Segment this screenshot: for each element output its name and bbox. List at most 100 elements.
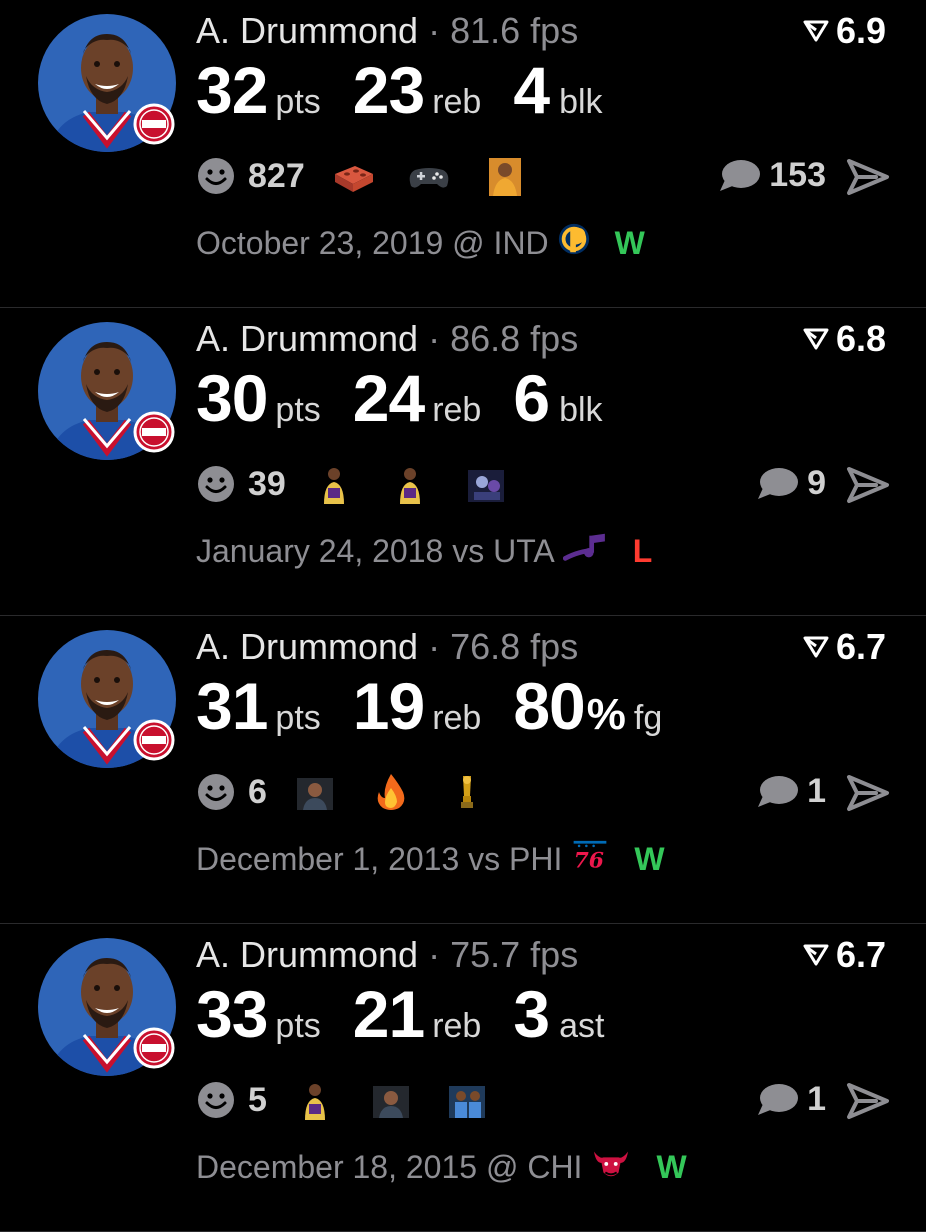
action-bar: 5 1 [196, 1076, 890, 1126]
player-name[interactable]: A. Drummond [196, 626, 418, 667]
fire-emoji[interactable] [369, 772, 413, 812]
player-image[interactable] [293, 1080, 337, 1120]
players-image[interactable] [445, 1080, 489, 1120]
stat-value: 21 [352, 977, 425, 1051]
game-date: December 1, 2013 vs PHI [196, 840, 563, 877]
comments[interactable]: 9 [755, 464, 826, 503]
stat-points: 31 pts [196, 668, 321, 744]
rating-filter-icon [803, 944, 829, 966]
stat-line: 30 pts 24 reb 6 blk [196, 360, 635, 436]
brick-emoji[interactable] [331, 156, 375, 196]
stat-unit: blk [559, 83, 603, 121]
person-image[interactable] [369, 1080, 413, 1120]
rating: 6.7 [802, 934, 886, 976]
stat-value: 4 [513, 53, 550, 127]
action-bar: 6 1 [196, 768, 890, 818]
stat-unit: reb [432, 391, 482, 429]
game-info[interactable]: October 23, 2019 @ IND W [196, 222, 645, 264]
game-feed: A. Drummond · 81.6 fps 6.9 32 pts 23 reb… [0, 0, 926, 1232]
game-info[interactable]: January 24, 2018 vs UTA L [196, 530, 652, 572]
stat-percent-sign: % [586, 690, 626, 739]
fps-score: 75.7 fps [450, 934, 579, 975]
person-image[interactable] [293, 772, 337, 812]
action-bar: 827 153 [196, 152, 890, 202]
game-info[interactable]: December 18, 2015 @ CHI W [196, 1146, 687, 1188]
cartoon-image[interactable] [464, 464, 508, 504]
rating: 6.7 [802, 626, 886, 668]
stat-value: 33 [196, 977, 268, 1051]
comments[interactable]: 153 [717, 156, 826, 195]
comment-icon[interactable] [755, 774, 799, 810]
player-avatar[interactable] [38, 14, 176, 152]
stat-value: 80 [513, 669, 585, 743]
stat-value: 6 [513, 361, 550, 435]
comments[interactable]: 1 [755, 772, 826, 811]
reactions: 6 [196, 772, 521, 812]
comment-icon[interactable] [717, 158, 761, 194]
smiley-icon[interactable] [196, 156, 236, 196]
meme-image[interactable] [483, 156, 527, 196]
stat-unit: pts [275, 699, 321, 737]
comment-count[interactable]: 1 [807, 1080, 826, 1119]
game-card[interactable]: A. Drummond · 81.6 fps 6.9 32 pts 23 reb… [0, 0, 926, 308]
comments[interactable]: 1 [755, 1080, 826, 1119]
rating-value: 6.7 [835, 626, 886, 667]
reaction-count[interactable]: 39 [248, 465, 286, 504]
player-image[interactable] [388, 464, 432, 504]
fps-score: 76.8 fps [450, 626, 579, 667]
game-card[interactable]: A. Drummond · 75.7 fps 6.7 33 pts 21 reb… [0, 924, 926, 1232]
stat-rebounds: 21 reb [353, 976, 482, 1052]
card-header: A. Drummond · 75.7 fps [196, 934, 578, 976]
stat-value: 3 [513, 977, 550, 1051]
separator: · [428, 318, 441, 359]
comment-icon[interactable] [755, 466, 799, 502]
comment-count[interactable]: 9 [807, 464, 826, 503]
player-name[interactable]: A. Drummond [196, 934, 418, 975]
stat-value: 23 [352, 53, 425, 127]
card-header: A. Drummond · 76.8 fps [196, 626, 578, 668]
player-avatar[interactable] [38, 630, 176, 768]
comment-icon[interactable] [755, 1082, 799, 1118]
reaction-count[interactable]: 6 [248, 773, 267, 812]
player-name[interactable]: A. Drummond [196, 318, 418, 359]
game-card[interactable]: A. Drummond · 86.8 fps 6.8 30 pts 24 reb… [0, 308, 926, 616]
separator: · [428, 10, 441, 51]
reactions: 39 [196, 464, 540, 504]
comment-count[interactable]: 153 [769, 156, 826, 195]
stat-points: 33 pts [196, 976, 321, 1052]
game-info[interactable]: December 1, 2013 vs PHI 76 W [196, 838, 665, 880]
comment-count[interactable]: 1 [807, 772, 826, 811]
stat-unit: blk [559, 391, 603, 429]
trophy-emoji[interactable] [445, 772, 489, 812]
share-icon[interactable] [846, 158, 890, 196]
share-icon[interactable] [846, 774, 890, 812]
card-header: A. Drummond · 86.8 fps [196, 318, 578, 360]
reaction-count[interactable]: 827 [248, 157, 305, 196]
share-icon[interactable] [846, 1082, 890, 1120]
smiley-icon[interactable] [196, 1080, 236, 1120]
smiley-icon[interactable] [196, 464, 236, 504]
stat-unit: pts [275, 83, 321, 121]
stat-unit: reb [432, 699, 482, 737]
stat-unit: reb [432, 83, 482, 121]
game-result: W [634, 840, 665, 877]
player-avatar[interactable] [38, 322, 176, 460]
76ers-logo: 76 [570, 838, 610, 880]
stat-unit: pts [275, 1007, 321, 1045]
player-name[interactable]: A. Drummond [196, 10, 418, 51]
share-icon[interactable] [846, 466, 890, 504]
stat-unit: fg [633, 699, 663, 737]
game-card[interactable]: A. Drummond · 76.8 fps 6.7 31 pts 19 reb… [0, 616, 926, 924]
reaction-count[interactable]: 5 [248, 1081, 267, 1120]
separator: · [428, 934, 441, 975]
rating-value: 6.7 [835, 934, 886, 975]
player-avatar[interactable] [38, 938, 176, 1076]
player-image[interactable] [312, 464, 356, 504]
game-controller-emoji[interactable] [407, 156, 451, 196]
game-date: October 23, 2019 @ IND [196, 224, 549, 261]
stat-rebounds: 23 reb [353, 52, 482, 128]
stat-third: 4 blk [513, 52, 602, 128]
smiley-icon[interactable] [196, 772, 236, 812]
stat-line: 31 pts 19 reb 80 % fg [196, 668, 694, 744]
stat-line: 32 pts 23 reb 4 blk [196, 52, 635, 128]
